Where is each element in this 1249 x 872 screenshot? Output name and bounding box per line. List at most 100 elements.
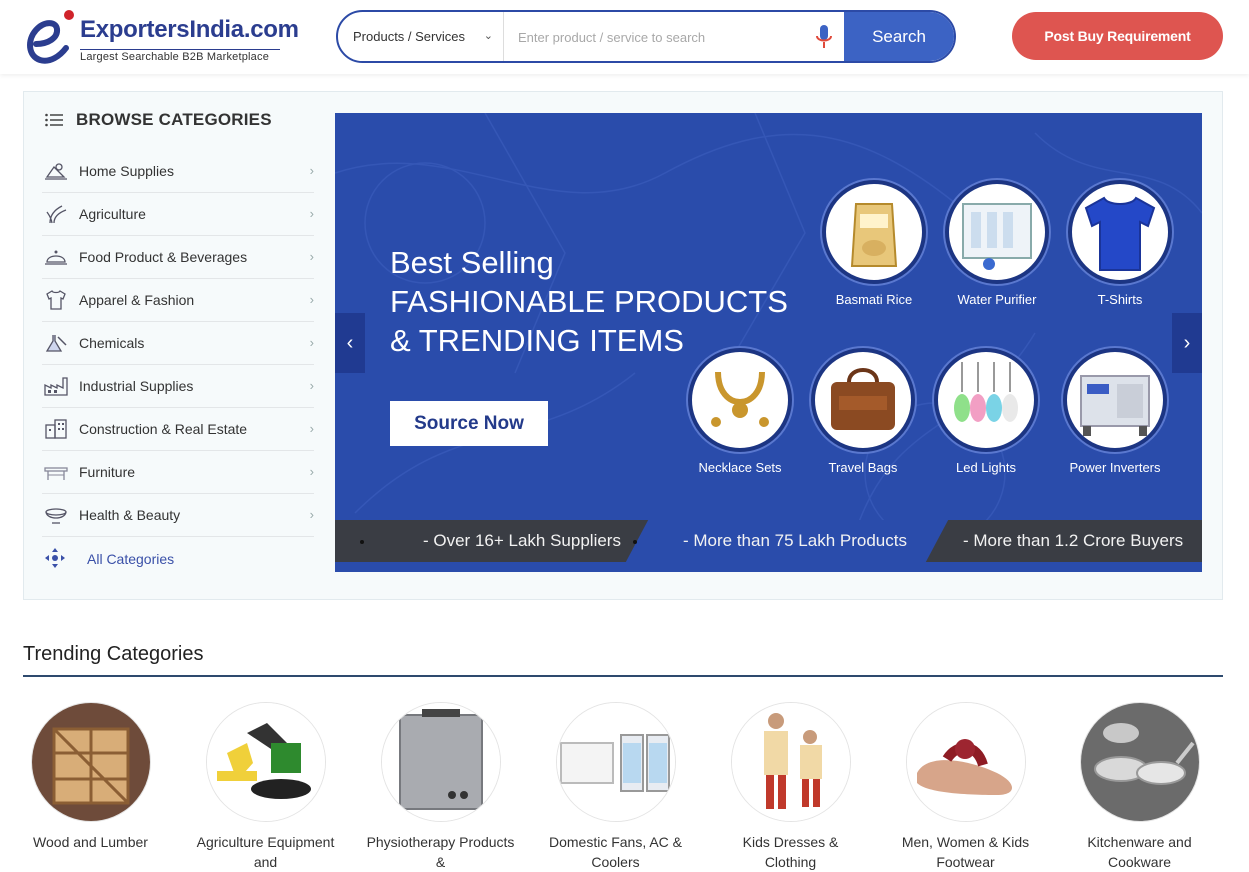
category-item-apparel-fashion[interactable]: Apparel & Fashion › (42, 279, 314, 322)
trending-label: Men, Women & Kids Footwear (901, 834, 1030, 870)
trending-image (205, 702, 326, 822)
trending-image (905, 702, 1026, 822)
trending-item-agriculture-equipment[interactable]: Agriculture Equipment and (178, 702, 353, 872)
banner-product-travel-bags[interactable]: Travel Bags (803, 348, 923, 475)
category-label: Health & Beauty (79, 507, 181, 523)
chevron-right-icon: › (309, 421, 314, 436)
trending-image (730, 702, 851, 822)
list-menu-icon (45, 113, 63, 127)
forestry-machine-image (206, 703, 325, 821)
category-item-food-beverages[interactable]: Food Product & Beverages › (42, 236, 314, 279)
logo-underline (80, 49, 280, 50)
product-label: Led Lights (956, 460, 1016, 475)
search-category-select[interactable]: Products / Services ⌄ (338, 12, 504, 61)
product-label: Travel Bags (828, 460, 898, 475)
browse-categories-title: BROWSE CATEGORIES (76, 110, 272, 129)
category-label: Chemicals (79, 335, 145, 351)
agriculture-icon (46, 205, 67, 224)
chevron-right-icon: › (309, 163, 314, 178)
hero-banner: Best Selling FASHIONABLE PRODUCTS & TREN… (335, 113, 1202, 572)
category-item-construction-real-estate[interactable]: Construction & Real Estate › (42, 408, 314, 451)
banner-prev-button[interactable]: ‹ (335, 313, 365, 373)
chevron-right-icon: › (1183, 332, 1191, 354)
trending-item-physiotherapy-products[interactable]: Physiotherapy Products & (353, 702, 528, 872)
trending-image (380, 702, 501, 822)
product-image (1068, 180, 1172, 284)
trending-item-footwear[interactable]: Men, Women & Kids Footwear (878, 702, 1053, 872)
all-categories-label: All Categories (87, 551, 175, 567)
banner-product-t-shirts[interactable]: T-Shirts (1060, 180, 1180, 307)
trending-item-fans-ac-coolers[interactable]: Domestic Fans, AC & Coolers (528, 702, 703, 872)
category-label: Agriculture (79, 206, 146, 222)
product-label: Necklace Sets (698, 460, 782, 475)
physiotherapy-unit-image (381, 703, 500, 821)
category-label: Industrial Supplies (79, 378, 194, 394)
trending-label: Agriculture Equipment and (196, 834, 335, 870)
product-image (822, 180, 926, 284)
shirt-icon (46, 290, 66, 310)
product-label: Basmati Rice (835, 292, 913, 307)
post-buy-requirement-button[interactable]: Post Buy Requirement (1012, 12, 1223, 60)
category-item-home-supplies[interactable]: Home Supplies › (42, 150, 314, 193)
chevron-right-icon: › (309, 249, 314, 264)
stats-bullet (360, 540, 364, 544)
category-label: Food Product & Beverages (79, 249, 248, 265)
source-now-button[interactable]: Source Now (390, 401, 548, 446)
all-categories-link[interactable]: All Categories (42, 537, 314, 580)
category-item-furniture[interactable]: Furniture › (42, 451, 314, 494)
chemicals-flask-icon (45, 335, 67, 352)
factory-icon (44, 377, 68, 396)
rice-bag-image (850, 203, 898, 267)
trending-label: Domestic Fans, AC & Coolers (548, 834, 683, 870)
kids-clothing-image (731, 703, 850, 821)
product-image (688, 348, 792, 452)
product-image (1063, 348, 1167, 452)
banner-product-basmati-rice[interactable]: Basmati Rice (814, 180, 934, 307)
trending-item-kids-dresses[interactable]: Kids Dresses & Clothing (703, 702, 878, 872)
chevron-right-icon: › (309, 378, 314, 393)
sandal-image (906, 703, 1025, 821)
category-list: Home Supplies › Agriculture › Food Produ… (42, 150, 314, 580)
banner-headline-line-3: & TRENDING ITEMS (390, 323, 684, 358)
hero-panel: BROWSE CATEGORIES Home Supplies › Agricu… (23, 91, 1223, 600)
search-input[interactable] (518, 25, 808, 49)
chevron-right-icon: › (309, 464, 314, 479)
site-logo[interactable]: ExportersIndia.com Largest Searchable B2… (22, 8, 299, 66)
all-categories-icon (45, 548, 65, 568)
category-item-chemicals[interactable]: Chemicals › (42, 322, 314, 365)
trending-categories-title: Trending Categories (23, 643, 204, 665)
trending-divider (23, 675, 1223, 677)
trending-label: Wood and Lumber (33, 834, 148, 850)
bowl-icon (45, 508, 67, 524)
trending-label: Kitchenware and Cookware (1087, 834, 1192, 870)
category-label: Construction & Real Estate (79, 421, 248, 437)
product-label: T-Shirts (1097, 292, 1143, 307)
search-bar: Products / Services ⌄ Search (336, 10, 956, 63)
category-item-agriculture[interactable]: Agriculture › (42, 193, 314, 236)
search-button[interactable]: Search (844, 12, 954, 61)
table-icon (44, 467, 68, 480)
trending-item-kitchenware[interactable]: Kitchenware and Cookware (1052, 702, 1227, 872)
trending-item-wood-lumber[interactable]: Wood and Lumber (3, 702, 178, 852)
product-image (934, 348, 1038, 452)
category-label: Home Supplies (79, 163, 174, 179)
cookware-image (1080, 703, 1199, 821)
category-label: Furniture (79, 464, 136, 480)
category-item-health-beauty[interactable]: Health & Beauty › (42, 494, 314, 537)
category-item-industrial-supplies[interactable]: Industrial Supplies › (42, 365, 314, 408)
chevron-right-icon: › (309, 507, 314, 522)
banner-next-button[interactable]: › (1172, 313, 1202, 373)
stat-suppliers: - Over 16+ Lakh Suppliers (423, 531, 621, 550)
chevron-right-icon: › (309, 206, 314, 221)
product-image (811, 348, 915, 452)
microphone-icon[interactable] (814, 24, 834, 50)
product-image (945, 180, 1049, 284)
banner-product-power-inverters[interactable]: Power Inverters (1055, 348, 1175, 475)
trending-image (555, 702, 676, 822)
stat-products: - More than 75 Lakh Products (683, 531, 907, 550)
logo-tagline: Largest Searchable B2B Marketplace (80, 51, 270, 63)
banner-product-led-lights[interactable]: Led Lights (926, 348, 1046, 475)
banner-product-water-purifier[interactable]: Water Purifier (937, 180, 1057, 307)
necklace-image (711, 371, 769, 427)
banner-product-necklace-sets[interactable]: Necklace Sets (680, 348, 800, 475)
